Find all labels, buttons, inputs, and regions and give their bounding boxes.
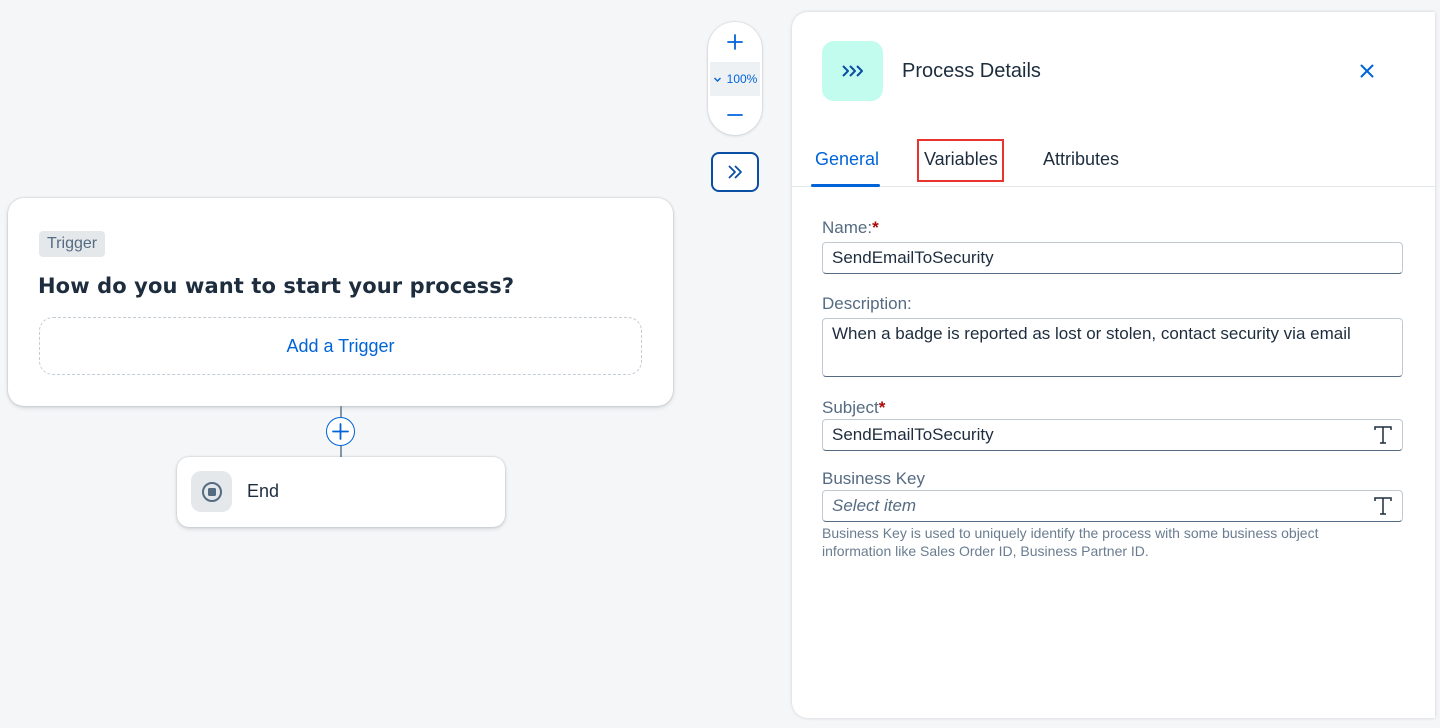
- zoom-in-button[interactable]: [708, 25, 762, 59]
- subject-label: Subject*: [822, 398, 885, 418]
- business-key-help: Business Key is used to uniquely identif…: [822, 525, 1319, 559]
- subject-field-value: SendEmailToSecurity: [832, 425, 994, 444]
- zoom-out-button[interactable]: [708, 98, 762, 132]
- tab-bar: General Variables Attributes: [792, 139, 1435, 187]
- zoom-level-dropdown[interactable]: 100%: [710, 62, 760, 96]
- plus-icon: [332, 423, 349, 440]
- trigger-card: Trigger How do you want to start your pr…: [8, 198, 673, 406]
- trigger-tag: Trigger: [39, 231, 106, 257]
- end-node[interactable]: End: [177, 457, 505, 527]
- close-panel-button[interactable]: [1354, 58, 1380, 84]
- required-mark: *: [878, 398, 886, 417]
- required-mark: *: [872, 218, 879, 237]
- subject-field[interactable]: SendEmailToSecurity: [822, 419, 1403, 451]
- stop-circle-icon: [191, 471, 232, 512]
- minus-icon: [727, 114, 743, 116]
- plus-icon: [727, 34, 743, 50]
- tab-attributes[interactable]: Attributes: [1043, 149, 1119, 170]
- name-label-text: Name:: [822, 218, 873, 237]
- business-key-placeholder: Select item: [832, 496, 917, 515]
- close-icon: [1360, 64, 1374, 78]
- zoom-level-value: 100%: [726, 72, 758, 86]
- double-chevron-right-icon: [728, 165, 742, 179]
- tab-active-indicator: [811, 184, 880, 187]
- process-chevrons-icon: [822, 41, 883, 101]
- trigger-question: How do you want to start your process?: [38, 274, 515, 298]
- add-step-button[interactable]: [326, 417, 355, 446]
- name-label: Name:*: [822, 218, 879, 238]
- end-label: End: [247, 481, 280, 501]
- business-key-label: Business Key: [822, 469, 925, 488]
- business-key-field[interactable]: Select item: [822, 490, 1403, 522]
- tab-variables[interactable]: Variables: [924, 149, 998, 170]
- description-label: Description:: [822, 294, 912, 313]
- connector-line-bottom: [340, 446, 342, 457]
- process-details-panel: Process Details General Variables Attrib…: [792, 12, 1435, 718]
- name-field[interactable]: SendEmailToSecurity: [822, 242, 1403, 274]
- text-format-icon[interactable]: [1372, 495, 1394, 517]
- chevron-down-icon: [713, 77, 721, 82]
- description-field-value: When a badge is reported as lost or stol…: [832, 324, 1351, 343]
- add-trigger-label: Add a Trigger: [286, 335, 395, 356]
- description-field[interactable]: When a badge is reported as lost or stol…: [822, 318, 1403, 377]
- subject-label-text: Subject: [822, 398, 879, 417]
- tab-general[interactable]: General: [815, 149, 879, 170]
- name-field-value: SendEmailToSecurity: [832, 248, 994, 267]
- connector-line-top: [340, 406, 342, 417]
- collapse-panel-button[interactable]: [711, 152, 759, 192]
- add-trigger-button[interactable]: Add a Trigger: [39, 317, 642, 375]
- panel-title: Process Details: [902, 60, 1041, 82]
- text-format-icon[interactable]: [1372, 424, 1394, 446]
- zoom-controls: 100%: [708, 22, 762, 135]
